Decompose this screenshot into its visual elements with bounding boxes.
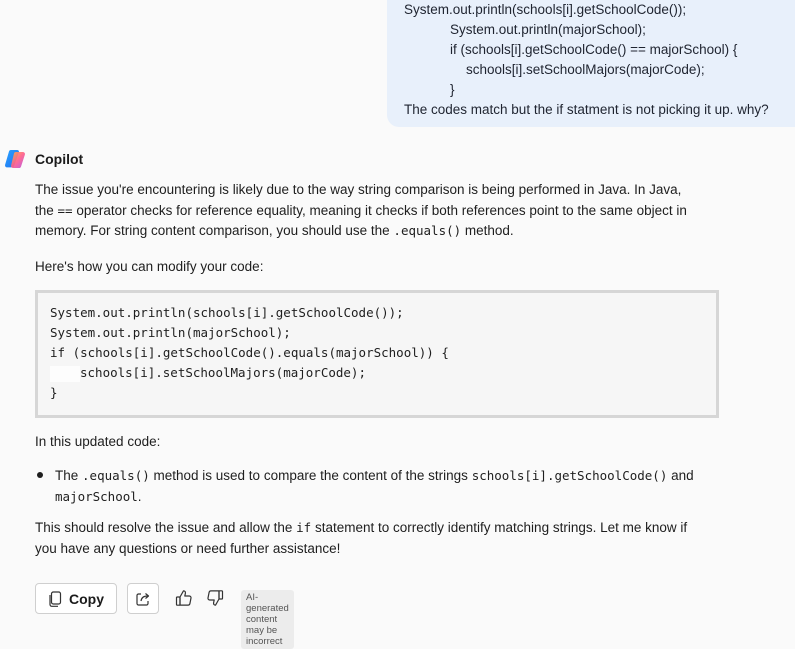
code-block[interactable]: System.out.println(schools[i].getSchoolC… (35, 290, 719, 418)
code-line: System.out.println(majorSchool); (50, 325, 291, 340)
copy-button[interactable]: Copy (35, 583, 117, 614)
text-run: memory. For string content comparison, y… (35, 223, 394, 238)
user-question: The codes match but the if statment is n… (404, 102, 769, 117)
bullet-line-2: majorSchool. (55, 487, 694, 508)
assistant-name: Copilot (35, 151, 84, 167)
inline-code: majorSchool (55, 488, 138, 504)
copy-icon (49, 590, 62, 607)
code-line: if (schools[i].getSchoolCode().equals(ma… (50, 345, 449, 360)
user-code-line: schools[i].setSchoolMajors(majorCode); (466, 62, 705, 77)
text-run: the (35, 202, 58, 218)
text-run: statement to correctly identify matching… (311, 520, 688, 535)
text-run: This should resolve the issue and allow … (35, 520, 297, 535)
inline-code: .equals() (82, 468, 150, 483)
updated-code-text: In this updated code: (35, 434, 161, 449)
text-run: The (55, 468, 83, 483)
conclusion-line-1: This should resolve the issue and allow … (35, 518, 687, 539)
inline-code: schools[i].getSchoolCode() (471, 468, 668, 483)
inline-code: .equals() (393, 223, 462, 238)
share-button[interactable] (127, 583, 159, 614)
assistant-header: Copilot (4, 148, 83, 170)
code-line-indented: schools[i].setSchoolMajors(majorCode); (50, 363, 366, 383)
text-run: . (137, 488, 142, 504)
text-run: operator checks for reference equality, … (72, 202, 687, 218)
intro-line-3: memory. For string content comparison, y… (35, 221, 687, 242)
conclusion-line-2: you have any questions or need further a… (35, 540, 341, 556)
text-run: and (667, 468, 694, 483)
text-run: method. (461, 223, 514, 238)
thumbs-up-icon[interactable] (174, 588, 194, 608)
share-icon (136, 592, 150, 606)
user-message-bubble: System.out.println(schools[i].getSchoolC… (387, 0, 795, 127)
ai-disclaimer-badge: AI-generated content may be incorrect (241, 590, 294, 649)
user-code-line: System.out.println(schools[i].getSchoolC… (404, 2, 687, 17)
code-line: } (50, 385, 58, 400)
bullet-item: The .equals() method is used to compare … (55, 466, 694, 507)
answer-conclusion: This should resolve the issue and allow … (35, 518, 687, 559)
copy-label: Copy (69, 590, 104, 607)
thumbs-down-icon[interactable] (205, 588, 225, 608)
code-line: System.out.println(schools[i].getSchoolC… (50, 305, 404, 320)
bullet-line-1: The .equals() method is used to compare … (55, 466, 694, 487)
copilot-logo-icon (5, 149, 25, 169)
user-code-line: } (450, 82, 455, 97)
user-code-line: if (schools[i].getSchoolCode() == majorS… (450, 42, 738, 57)
bullet-dot (37, 472, 43, 478)
indent-marker (50, 365, 80, 382)
user-code-line: System.out.println(majorSchool); (450, 22, 646, 37)
modify-text: Here's how you can modify your code: (35, 259, 264, 274)
intro-line-2: the == operator checks for reference equ… (35, 201, 687, 222)
answer-intro: The issue you're encountering is likely … (35, 180, 687, 242)
inline-code: if (296, 520, 312, 535)
code-text: schools[i].setSchoolMajors(majorCode); (80, 365, 366, 380)
intro-line-1: The issue you're encountering is likely … (35, 182, 682, 197)
inline-code: == (57, 202, 73, 218)
text-run: method is used to compare the content of… (149, 468, 472, 483)
